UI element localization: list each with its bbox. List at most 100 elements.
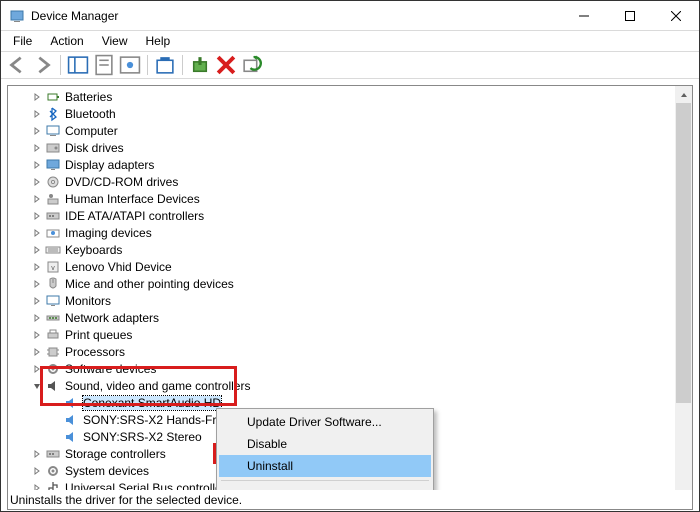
tree-item[interactable]: Monitors (12, 292, 692, 309)
category-icon (45, 140, 61, 156)
tree-panel: Batteries Bluetooth Computer Disk drives… (7, 85, 693, 509)
collapse-icon[interactable] (30, 379, 44, 393)
scroll-up-icon[interactable] (675, 86, 692, 103)
update-driver-button[interactable] (153, 53, 177, 77)
tree-item-label: Monitors (65, 294, 111, 308)
enable-button[interactable] (188, 53, 212, 77)
uninstall-button[interactable] (214, 53, 238, 77)
tree-item-label: Network adapters (65, 311, 159, 325)
category-icon (45, 225, 61, 241)
ctx-disable[interactable]: Disable (219, 433, 431, 455)
tree-item-label: SONY:SRS-X2 Hands-Free (83, 413, 230, 427)
expand-icon[interactable] (30, 107, 44, 121)
tree-item-label: Display adapters (65, 158, 154, 172)
tree-item[interactable]: Mice and other pointing devices (12, 275, 692, 292)
tree-item-label: Sound, video and game controllers (65, 379, 250, 393)
tree-item-label: Print queues (65, 328, 132, 342)
expand-icon[interactable] (30, 328, 44, 342)
close-button[interactable] (653, 1, 699, 31)
tree-item-label: Human Interface Devices (65, 192, 200, 206)
properties-button[interactable] (92, 53, 116, 77)
expand-icon[interactable] (30, 311, 44, 325)
help-button[interactable] (118, 53, 142, 77)
minimize-button[interactable] (561, 1, 607, 31)
category-icon (45, 89, 61, 105)
expand-icon[interactable] (30, 294, 44, 308)
expand-icon[interactable] (30, 141, 44, 155)
tree-item-label: Computer (65, 124, 118, 138)
expand-icon[interactable] (30, 158, 44, 172)
category-icon (45, 310, 61, 326)
tree-item[interactable]: Batteries (12, 88, 692, 105)
expand-icon[interactable] (30, 243, 44, 257)
app-icon (9, 8, 25, 24)
expand-icon[interactable] (30, 260, 44, 274)
tree-item[interactable]: Print queues (12, 326, 692, 343)
tree-item[interactable]: Display adapters (12, 156, 692, 173)
tree-item[interactable]: Computer (12, 122, 692, 139)
tree-item-sound[interactable]: Sound, video and game controllers (12, 377, 692, 394)
back-button[interactable] (5, 53, 29, 77)
expand-icon[interactable] (30, 362, 44, 376)
tree-item[interactable]: Bluetooth (12, 105, 692, 122)
tree-item-label: Lenovo Vhid Device (65, 260, 172, 274)
tree-item[interactable]: IDE ATA/ATAPI controllers (12, 207, 692, 224)
window-title: Device Manager (31, 9, 561, 23)
titlebar: Device Manager (1, 1, 699, 31)
tree-item-label: Disk drives (65, 141, 124, 155)
expand-icon[interactable] (30, 209, 44, 223)
tree-item-label: DVD/CD-ROM drives (65, 175, 178, 189)
category-icon (45, 157, 61, 173)
tree-item[interactable]: Human Interface Devices (12, 190, 692, 207)
ctx-update-driver[interactable]: Update Driver Software... (219, 411, 431, 433)
expand-icon[interactable] (30, 90, 44, 104)
category-icon (45, 191, 61, 207)
expand-icon[interactable] (30, 192, 44, 206)
menu-file[interactable]: File (5, 32, 40, 50)
expand-icon[interactable] (30, 345, 44, 359)
tree-item-label: System devices (65, 464, 149, 478)
tree-item[interactable]: v Lenovo Vhid Device (12, 258, 692, 275)
tree-item-label: Conexant SmartAudio HD (83, 396, 221, 410)
tree-item[interactable]: Imaging devices (12, 224, 692, 241)
tree-item-label: Keyboards (65, 243, 122, 257)
tree-item[interactable]: Software devices (12, 360, 692, 377)
scan-hardware-button[interactable] (240, 53, 264, 77)
forward-button[interactable] (31, 53, 55, 77)
tree-item[interactable]: Network adapters (12, 309, 692, 326)
expand-icon[interactable] (30, 464, 44, 478)
category-icon (45, 361, 61, 377)
category-icon (45, 293, 61, 309)
tree-item-label: SONY:SRS-X2 Stereo (83, 430, 202, 444)
tree-item[interactable]: Processors (12, 343, 692, 360)
scroll-thumb[interactable] (676, 103, 691, 403)
expand-icon[interactable] (30, 447, 44, 461)
speaker-icon (63, 412, 79, 428)
category-icon (45, 463, 61, 479)
tree-item-label: Batteries (65, 90, 112, 104)
speaker-icon (45, 378, 61, 394)
category-icon (45, 344, 61, 360)
show-hide-button[interactable] (66, 53, 90, 77)
expand-icon[interactable] (30, 124, 44, 138)
menu-action[interactable]: Action (42, 32, 91, 50)
tree-item[interactable]: DVD/CD-ROM drives (12, 173, 692, 190)
expand-icon[interactable] (30, 226, 44, 240)
ctx-uninstall[interactable]: Uninstall (219, 455, 431, 477)
vertical-scrollbar[interactable] (675, 86, 692, 508)
tree-item-label: IDE ATA/ATAPI controllers (65, 209, 204, 223)
category-icon (45, 242, 61, 258)
ctx-separator (221, 480, 429, 481)
expand-icon[interactable] (30, 277, 44, 291)
menu-view[interactable]: View (94, 32, 136, 50)
window-buttons (561, 1, 699, 31)
category-icon: v (45, 259, 61, 275)
tree-item-label: Imaging devices (65, 226, 152, 240)
tree-item[interactable]: Disk drives (12, 139, 692, 156)
category-icon (45, 276, 61, 292)
menu-help[interactable]: Help (138, 32, 179, 50)
expand-icon[interactable] (30, 175, 44, 189)
tree-item[interactable]: Keyboards (12, 241, 692, 258)
maximize-button[interactable] (607, 1, 653, 31)
category-icon (45, 446, 61, 462)
